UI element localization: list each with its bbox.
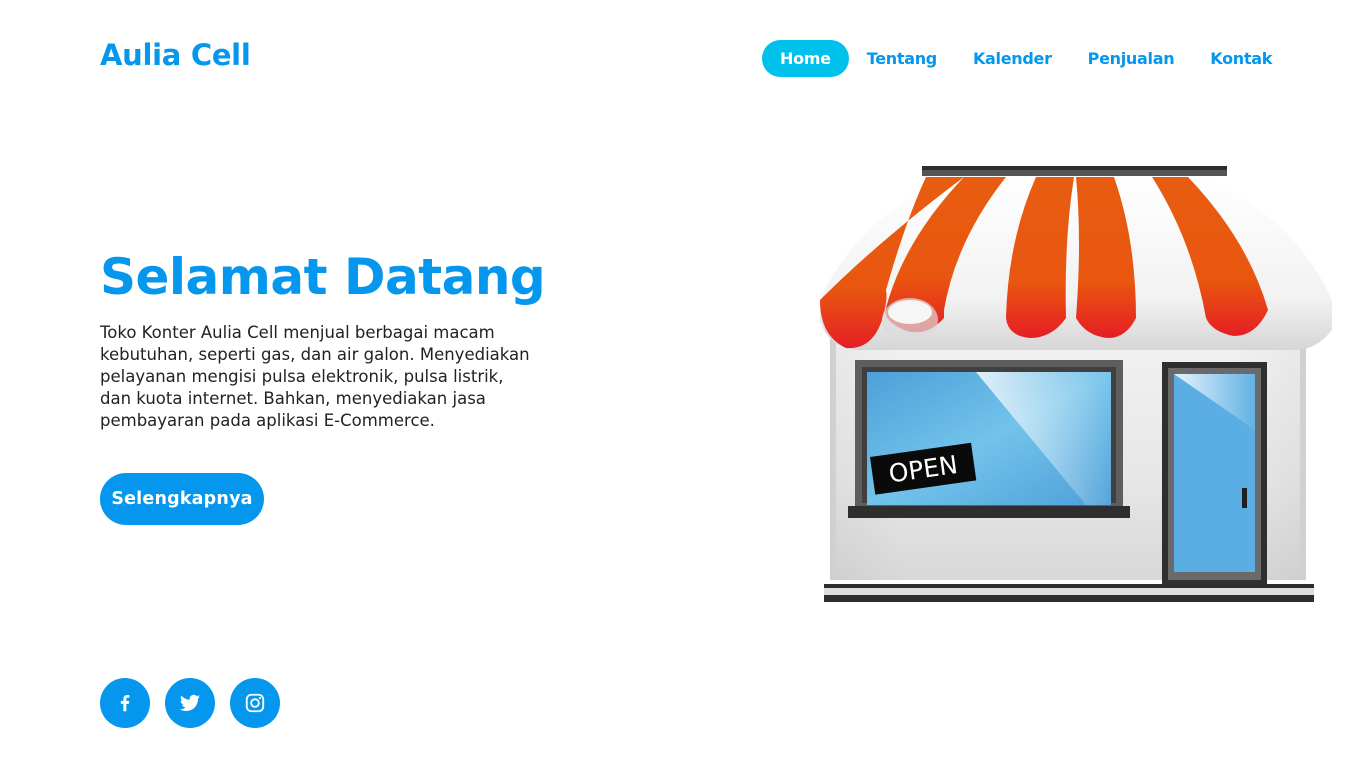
hero-title: Selamat Datang: [100, 248, 546, 306]
brand-logo[interactable]: Aulia Cell: [100, 38, 251, 72]
landing-page: Aulia Cell Home Tentang Kalender Penjual…: [0, 0, 1366, 768]
nav-penjualan[interactable]: Penjualan: [1070, 40, 1193, 77]
nav-home[interactable]: Home: [762, 40, 849, 77]
hero-description: Toko Konter Aulia Cell menjual berbagai …: [100, 323, 530, 430]
selengkapnya-button[interactable]: Selengkapnya: [100, 473, 264, 525]
social-links: [100, 678, 280, 728]
nav-kalender[interactable]: Kalender: [955, 40, 1070, 77]
facebook-button[interactable]: [100, 678, 150, 728]
twitter-button[interactable]: [165, 678, 215, 728]
main-nav: Home Tentang Kalender Penjualan Kontak: [762, 40, 1290, 77]
storefront-illustration: OPEN: [816, 160, 1336, 610]
instagram-icon: [244, 692, 266, 714]
facebook-icon: [114, 692, 136, 714]
twitter-icon: [178, 691, 202, 715]
nav-kontak[interactable]: Kontak: [1192, 40, 1290, 77]
nav-tentang[interactable]: Tentang: [849, 40, 955, 77]
instagram-button[interactable]: [230, 678, 280, 728]
